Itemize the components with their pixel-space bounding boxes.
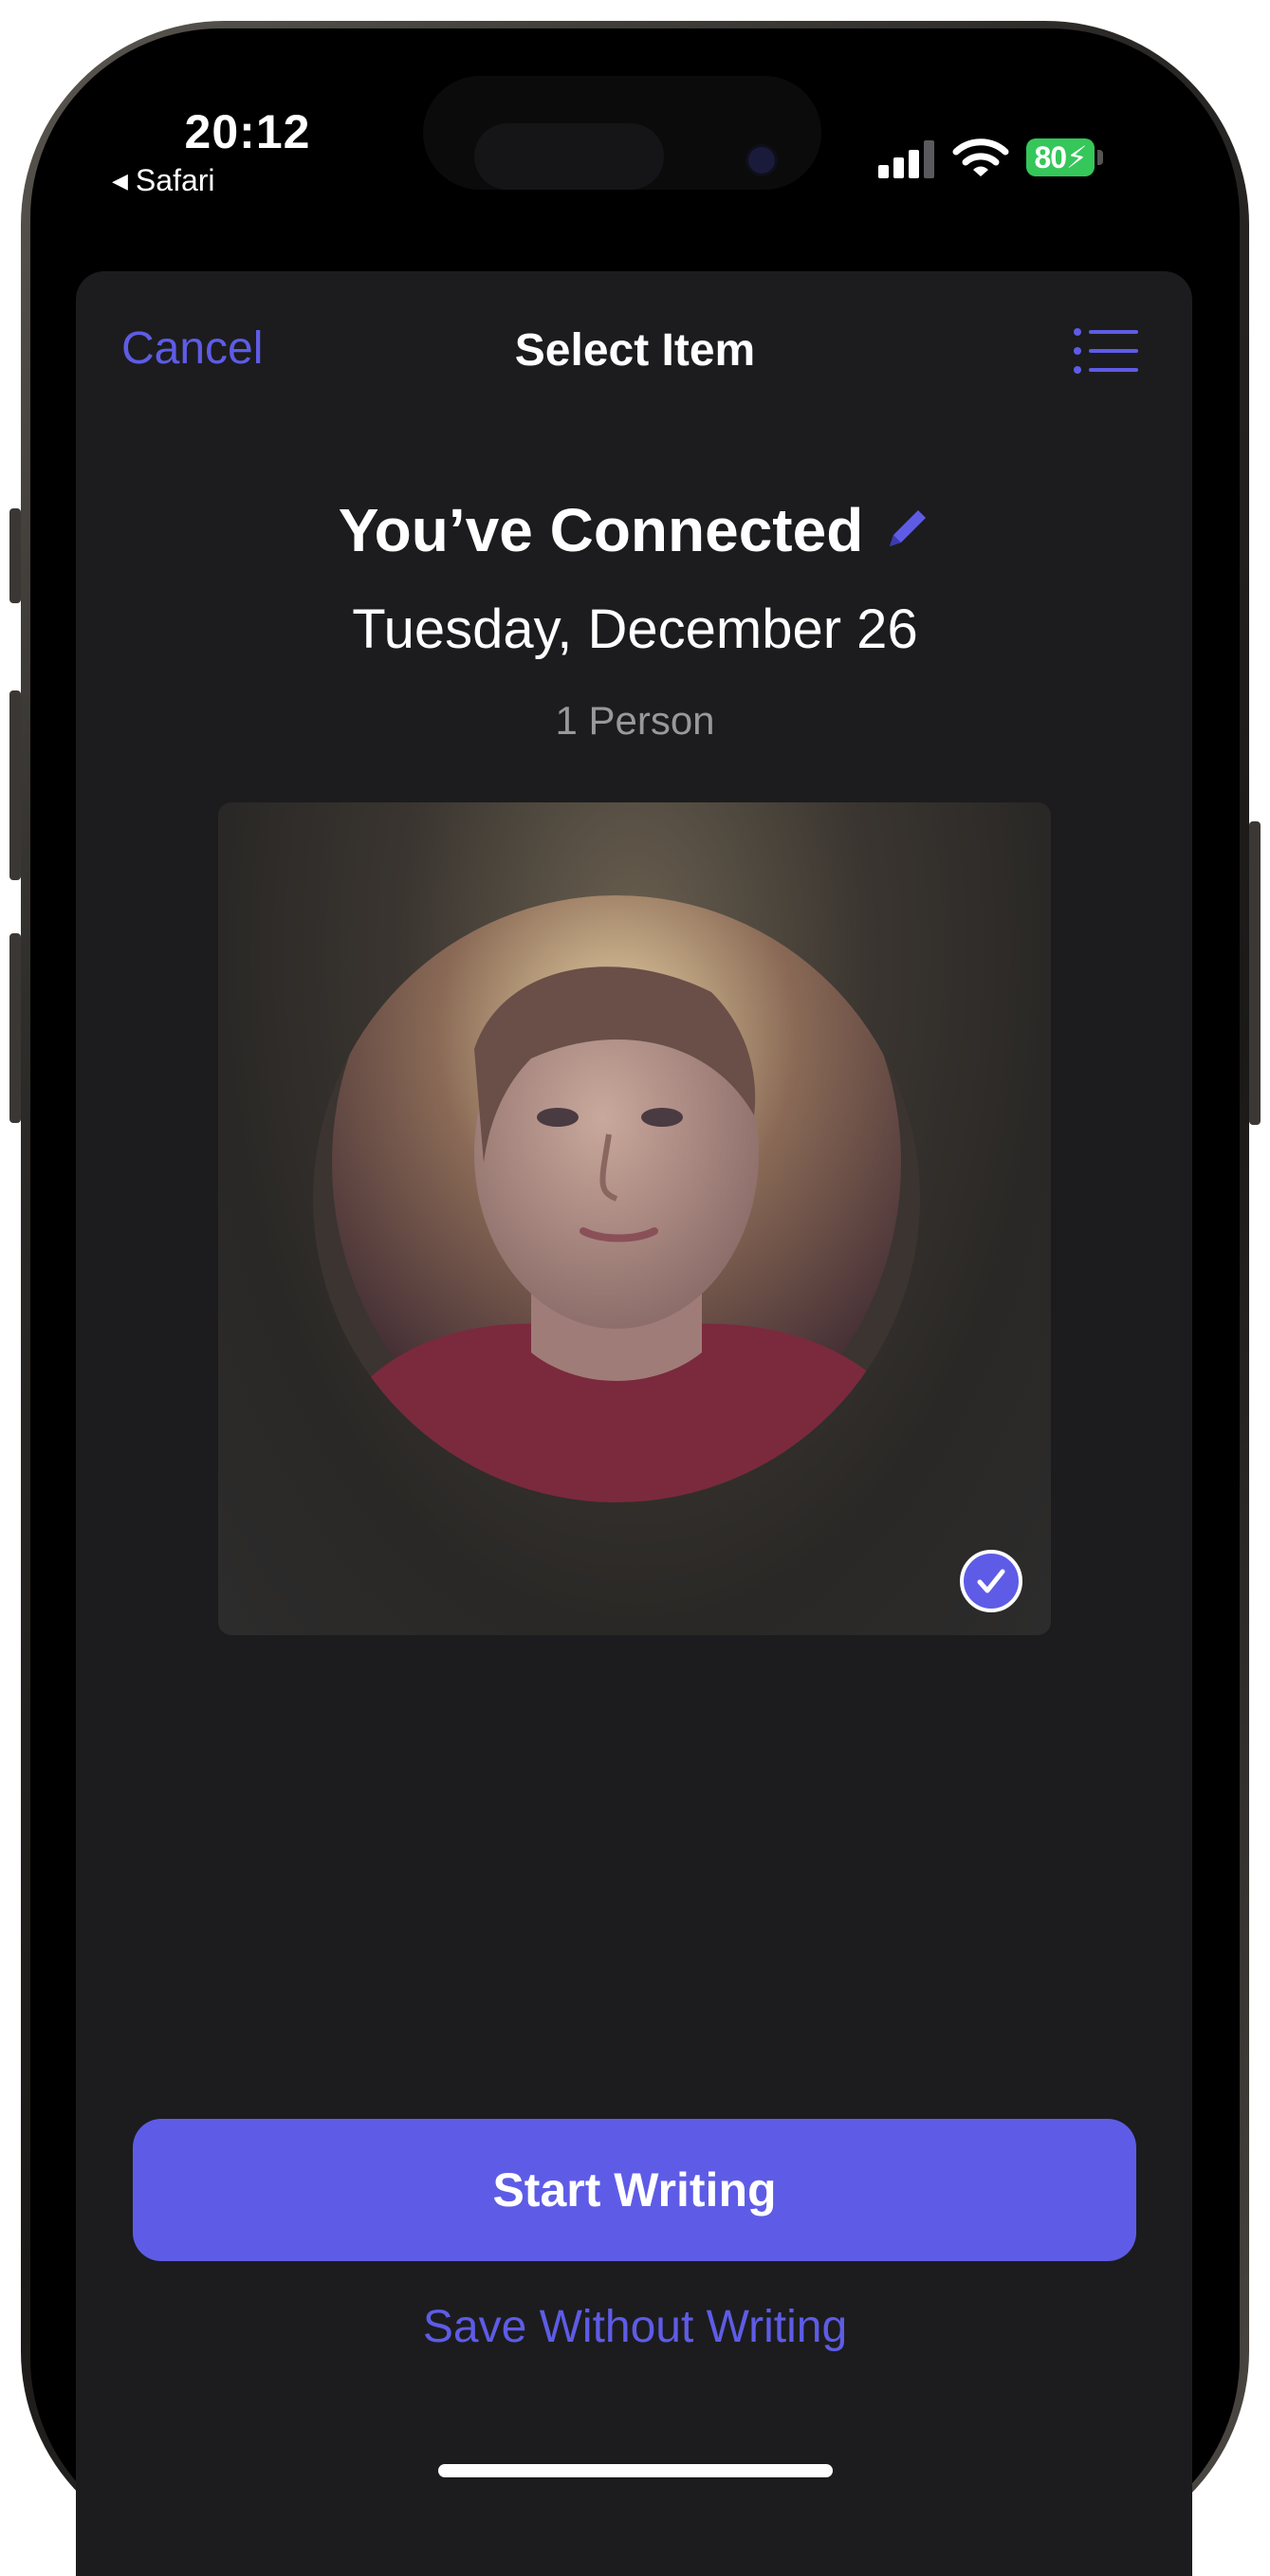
list-icon [1074, 328, 1138, 374]
back-app-label: Safari [135, 163, 215, 197]
cellular-signal-icon [878, 140, 937, 178]
battery-charging-icon: 80 ⚡ [1026, 138, 1095, 176]
home-indicator[interactable] [438, 2464, 833, 2477]
charging-bolt-icon: ⚡ [1066, 140, 1087, 175]
photo-item[interactable] [218, 802, 1051, 1635]
entry-title: You’ve Connected [338, 496, 864, 564]
dynamic-island-sensor [474, 123, 664, 190]
pencil-icon [890, 510, 927, 546]
checkmark-icon [977, 1569, 1005, 1593]
start-writing-button[interactable]: Start Writing [133, 2119, 1136, 2261]
edit-title-button[interactable] [880, 505, 931, 556]
entry-title-row: You’ve Connected [0, 495, 1270, 565]
people-count: 1 Person [555, 698, 715, 743]
status-time: 20:12 [184, 105, 311, 158]
signal-bar [924, 140, 934, 178]
list-button[interactable] [1072, 322, 1140, 379]
selected-check-button[interactable] [960, 1550, 1022, 1612]
back-triangle-icon: ◀ [112, 168, 128, 193]
save-without-writing-button[interactable]: Save Without Writing [0, 2301, 1270, 2353]
person-portrait-image [313, 895, 920, 1502]
signal-bar [878, 165, 889, 178]
entry-date: Tuesday, December 26 [352, 598, 918, 660]
front-camera [745, 144, 778, 176]
back-to-app-link[interactable]: ◀ Safari [112, 163, 215, 198]
battery-level: 80 [1034, 139, 1067, 175]
wifi-icon [952, 138, 1009, 176]
side-button [1249, 821, 1261, 1125]
battery-tip [1097, 150, 1103, 165]
signal-bar [909, 150, 919, 178]
signal-bar [893, 157, 904, 178]
volume-down-button [9, 933, 21, 1123]
